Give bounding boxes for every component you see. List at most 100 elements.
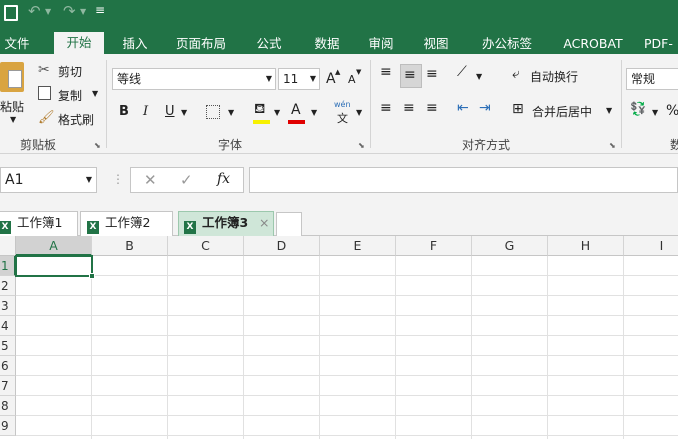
- row-header-3[interactable]: 3: [0, 296, 16, 316]
- font-color-button[interactable]: A: [291, 102, 301, 118]
- underline-button[interactable]: U: [165, 104, 175, 119]
- tab-page-layout[interactable]: 页面布局: [170, 33, 232, 54]
- gridline: [16, 375, 678, 376]
- align-right-icon[interactable]: ≡: [426, 100, 438, 116]
- orientation-dropdown-icon[interactable]: ▼: [476, 72, 482, 81]
- name-box-dropdown-icon[interactable]: ▼: [86, 168, 92, 192]
- tab-data[interactable]: 数据: [304, 33, 350, 54]
- phonetic-button[interactable]: 文: [337, 110, 348, 126]
- decrease-indent-icon[interactable]: ⇤: [457, 100, 469, 116]
- column-header-d[interactable]: D: [244, 236, 320, 256]
- close-tab-icon[interactable]: ×: [259, 212, 269, 234]
- border-icon[interactable]: [206, 105, 220, 119]
- fill-color-dropdown-icon[interactable]: ▼: [274, 108, 280, 117]
- row-header-4[interactable]: 4: [0, 316, 16, 336]
- copy-dropdown-icon[interactable]: ▼: [92, 89, 98, 98]
- workbook-tab-label: 工作簿3: [202, 215, 249, 230]
- cancel-button[interactable]: ✕: [144, 171, 157, 189]
- font-color-dropdown-icon[interactable]: ▼: [311, 108, 317, 117]
- workbook-tab-3[interactable]: X 工作簿3 ×: [178, 211, 274, 236]
- insert-function-button[interactable]: fx: [217, 171, 230, 187]
- paste-button[interactable]: 粘贴 ▼: [0, 60, 30, 126]
- column-header-g[interactable]: G: [472, 236, 548, 256]
- column-header-h[interactable]: H: [548, 236, 624, 256]
- decrease-font-size-button[interactable]: A: [348, 73, 356, 86]
- column-header-c[interactable]: C: [168, 236, 244, 256]
- tab-file[interactable]: 文件: [0, 33, 34, 54]
- format-painter-label: 格式刷: [58, 113, 95, 127]
- align-center-icon[interactable]: ≡: [403, 100, 415, 116]
- tab-pdf[interactable]: PDF-: [644, 33, 678, 54]
- customize-qat-icon[interactable]: ≡: [95, 3, 105, 17]
- alignment-launcher-icon[interactable]: ⬊: [609, 141, 616, 150]
- gridline: [471, 256, 472, 439]
- spreadsheet-grid[interactable]: A B C D E F G H I 1 2 3 4 5 6 7 8 9: [0, 236, 678, 439]
- column-header-i[interactable]: I: [624, 236, 678, 256]
- select-all-corner[interactable]: [0, 236, 16, 256]
- fill-handle[interactable]: [89, 273, 95, 279]
- row-header-1[interactable]: 1: [0, 256, 16, 276]
- top-align-icon[interactable]: ≡: [380, 64, 392, 80]
- tab-insert[interactable]: 插入: [112, 33, 158, 54]
- font-launcher-icon[interactable]: ⬊: [358, 141, 365, 150]
- redo-dropdown-icon[interactable]: ▼: [80, 7, 86, 16]
- clipboard-launcher-icon[interactable]: ⬊: [94, 141, 101, 150]
- accounting-dropdown-icon[interactable]: ▼: [652, 108, 658, 117]
- underline-dropdown-icon[interactable]: ▼: [181, 108, 187, 117]
- workbook-tab-label: 工作簿1: [17, 215, 63, 230]
- column-header-a[interactable]: A: [16, 236, 92, 256]
- row-header-5[interactable]: 5: [0, 336, 16, 356]
- workbook-tab-2[interactable]: X 工作簿2: [80, 211, 173, 236]
- number-format-combo[interactable]: 常规: [626, 68, 678, 90]
- row-header-7[interactable]: 7: [0, 376, 16, 396]
- save-icon[interactable]: [4, 5, 18, 21]
- font-size-combo[interactable]: 11 ▼: [278, 68, 320, 90]
- alignment-group-label: 对齐方式: [462, 138, 511, 152]
- formula-bar-grip-icon: ⋮: [112, 172, 124, 186]
- row-header-6[interactable]: 6: [0, 356, 16, 376]
- new-workbook-tab[interactable]: [276, 212, 302, 236]
- font-name-combo[interactable]: 等线 ▼: [112, 68, 276, 90]
- name-box[interactable]: A1 ▼: [0, 167, 97, 193]
- border-dropdown-icon[interactable]: ▼: [228, 108, 234, 117]
- paste-dropdown-icon[interactable]: ▼: [10, 115, 16, 124]
- enter-button[interactable]: ✓: [180, 171, 193, 189]
- gridline: [16, 315, 678, 316]
- tab-acrobat[interactable]: ACROBAT: [556, 33, 630, 54]
- undo-icon[interactable]: ↶: [28, 2, 41, 20]
- tab-review[interactable]: 审阅: [358, 33, 404, 54]
- workbook-tab-1[interactable]: X 工作簿1: [0, 211, 78, 236]
- paste-icon-sheet: [8, 70, 22, 88]
- undo-dropdown-icon[interactable]: ▼: [45, 7, 51, 16]
- fill-color-icon[interactable]: ⛾: [254, 101, 265, 119]
- redo-icon[interactable]: ↷: [63, 2, 76, 20]
- bottom-align-icon[interactable]: ≡: [426, 66, 438, 82]
- orientation-icon[interactable]: ⟋: [457, 64, 467, 80]
- column-header-b[interactable]: B: [92, 236, 168, 256]
- merge-center-dropdown-icon[interactable]: ▼: [606, 106, 612, 115]
- tab-view[interactable]: 视图: [413, 33, 459, 54]
- tab-home[interactable]: 开始: [54, 32, 104, 54]
- tab-formulas[interactable]: 公式: [246, 33, 292, 54]
- tab-office-tab[interactable]: 办公标签: [472, 33, 542, 54]
- align-left-icon[interactable]: ≡: [380, 100, 392, 116]
- accounting-format-icon[interactable]: 💱: [630, 102, 646, 117]
- increase-indent-icon[interactable]: ⇥: [479, 100, 491, 116]
- phonetic-dropdown-icon[interactable]: ▼: [356, 108, 362, 117]
- phonetic-top[interactable]: wén: [334, 100, 351, 109]
- row-header-8[interactable]: 8: [0, 396, 16, 416]
- selected-cell-a1[interactable]: [15, 255, 93, 277]
- gridline: [547, 256, 548, 439]
- italic-button[interactable]: I: [143, 104, 148, 119]
- gridline: [395, 256, 396, 439]
- font-name-dropdown-icon[interactable]: ▼: [266, 69, 272, 89]
- formula-input[interactable]: [249, 167, 678, 193]
- column-header-e[interactable]: E: [320, 236, 396, 256]
- percent-button[interactable]: %: [666, 103, 678, 119]
- row-header-9[interactable]: 9: [0, 416, 16, 436]
- workbook-tab-bar: X 工作簿1 X 工作簿2 X 工作簿3 ×: [0, 204, 678, 236]
- column-header-f[interactable]: F: [396, 236, 472, 256]
- font-size-dropdown-icon[interactable]: ▼: [310, 69, 316, 89]
- row-header-2[interactable]: 2: [0, 276, 16, 296]
- bold-button[interactable]: B: [119, 104, 129, 119]
